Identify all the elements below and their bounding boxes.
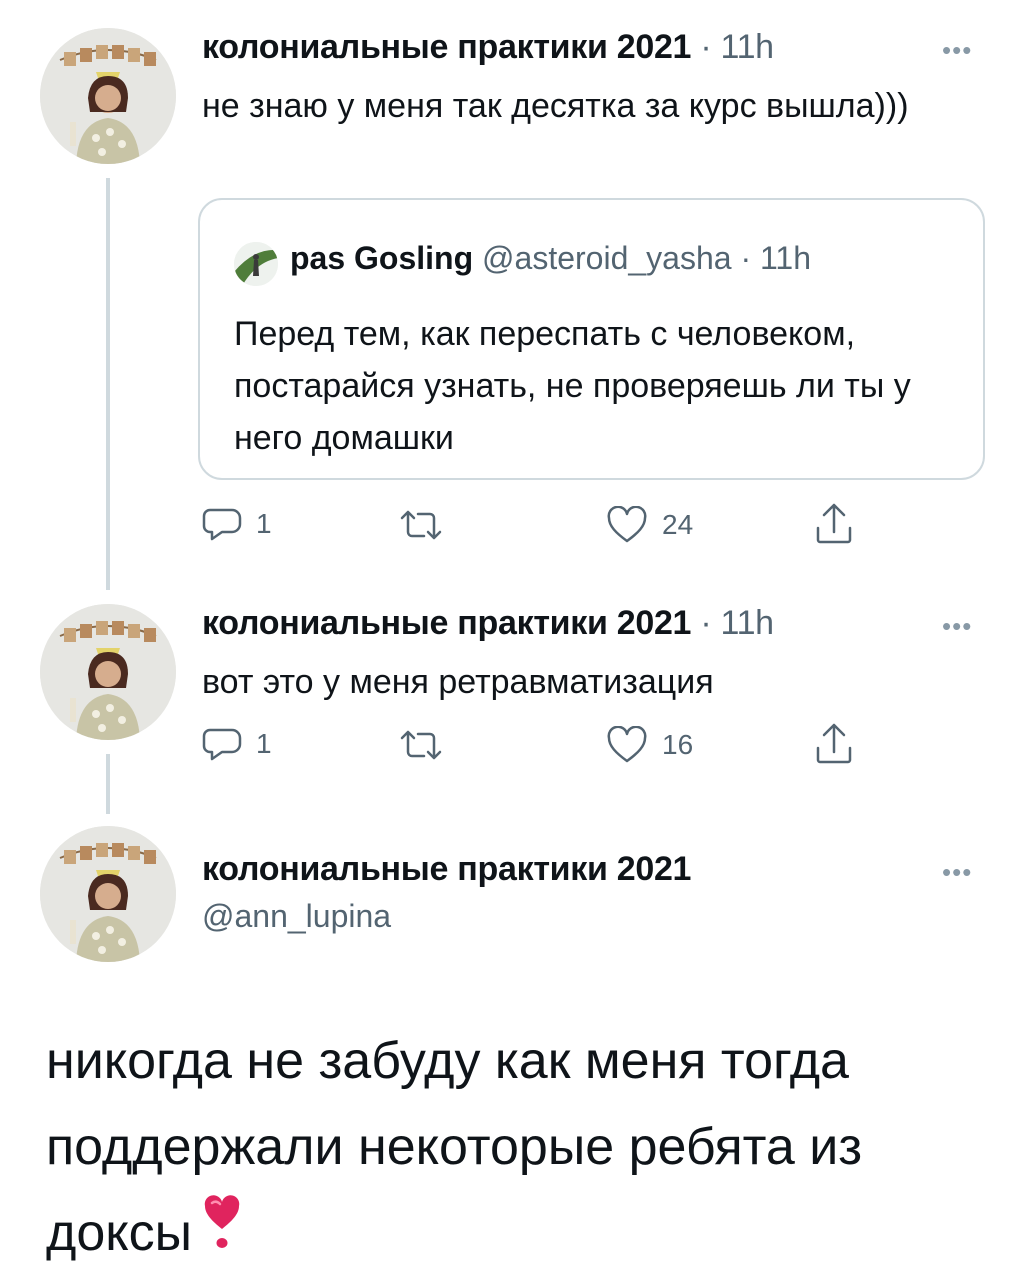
avatar[interactable] xyxy=(40,604,176,740)
timestamp[interactable]: · 11h xyxy=(691,604,774,642)
share-icon xyxy=(816,723,852,764)
retweet-icon xyxy=(400,730,442,760)
author-handle[interactable]: @ann_lupina xyxy=(202,898,391,935)
reply-icon xyxy=(202,728,242,761)
reply-icon xyxy=(202,508,242,541)
like-button[interactable]: 24 xyxy=(606,506,693,544)
quoted-tweet[interactable]: pas Gosling @asteroid_yasha · 11h Перед … xyxy=(198,198,985,480)
timestamp[interactable]: · 11h xyxy=(691,28,774,66)
main-tweet-body: никогда не забуду как меня тогда поддерж… xyxy=(46,1032,863,1262)
like-count: 24 xyxy=(662,509,694,540)
share-button[interactable] xyxy=(814,502,854,546)
author-name-text: колониальные практики 2021 xyxy=(202,850,692,888)
quote-avatar xyxy=(234,242,278,286)
avatar[interactable] xyxy=(40,28,176,164)
avatar[interactable] xyxy=(40,826,176,962)
reply-button[interactable]: 1 xyxy=(202,726,272,762)
author-name-text: колониальные практики 2021 xyxy=(202,604,692,642)
heart-icon xyxy=(607,726,647,763)
author-name-text: колониальные практики 2021 xyxy=(202,28,692,66)
retweet-button[interactable] xyxy=(398,728,444,762)
more-options-icon[interactable]: ••• xyxy=(942,37,972,63)
share-icon xyxy=(816,503,852,544)
tweet-text: вот это у меня ретравматизация xyxy=(202,663,714,701)
like-count: 16 xyxy=(662,729,694,760)
more-options-icon[interactable]: ••• xyxy=(942,613,972,639)
reply-button[interactable]: 1 xyxy=(202,506,272,542)
thread-line xyxy=(106,754,110,814)
more-options-icon[interactable]: ••• xyxy=(942,859,972,885)
retweet-button[interactable] xyxy=(398,508,444,542)
share-button[interactable] xyxy=(814,722,854,766)
reply-count: 1 xyxy=(256,508,272,539)
quote-handle[interactable]: @asteroid_yasha · 11h xyxy=(473,240,811,276)
reply-count: 1 xyxy=(256,728,272,759)
author-name[interactable]: колониальные практики 2021 xyxy=(202,850,691,889)
heart-exclamation-icon xyxy=(202,1193,242,1279)
main-tweet-text: никогда не забуду как меня тогда поддерж… xyxy=(46,1018,1006,1279)
retweet-icon xyxy=(400,510,442,540)
quote-text: Перед тем, как переспать с человеком, по… xyxy=(234,315,911,457)
heart-icon xyxy=(607,506,647,543)
thread-line xyxy=(106,178,110,590)
author-name[interactable]: колониальные практики 2021 · 11h xyxy=(202,604,774,643)
like-button[interactable]: 16 xyxy=(606,726,693,764)
quote-author-name[interactable]: pas Gosling xyxy=(290,240,473,276)
tweet-text: не знаю у меня так десятка за курс вышла… xyxy=(202,87,909,125)
quote-header: pas Gosling @asteroid_yasha · 11h xyxy=(290,240,811,277)
author-name[interactable]: колониальные практики 2021 · 11h xyxy=(202,28,774,67)
